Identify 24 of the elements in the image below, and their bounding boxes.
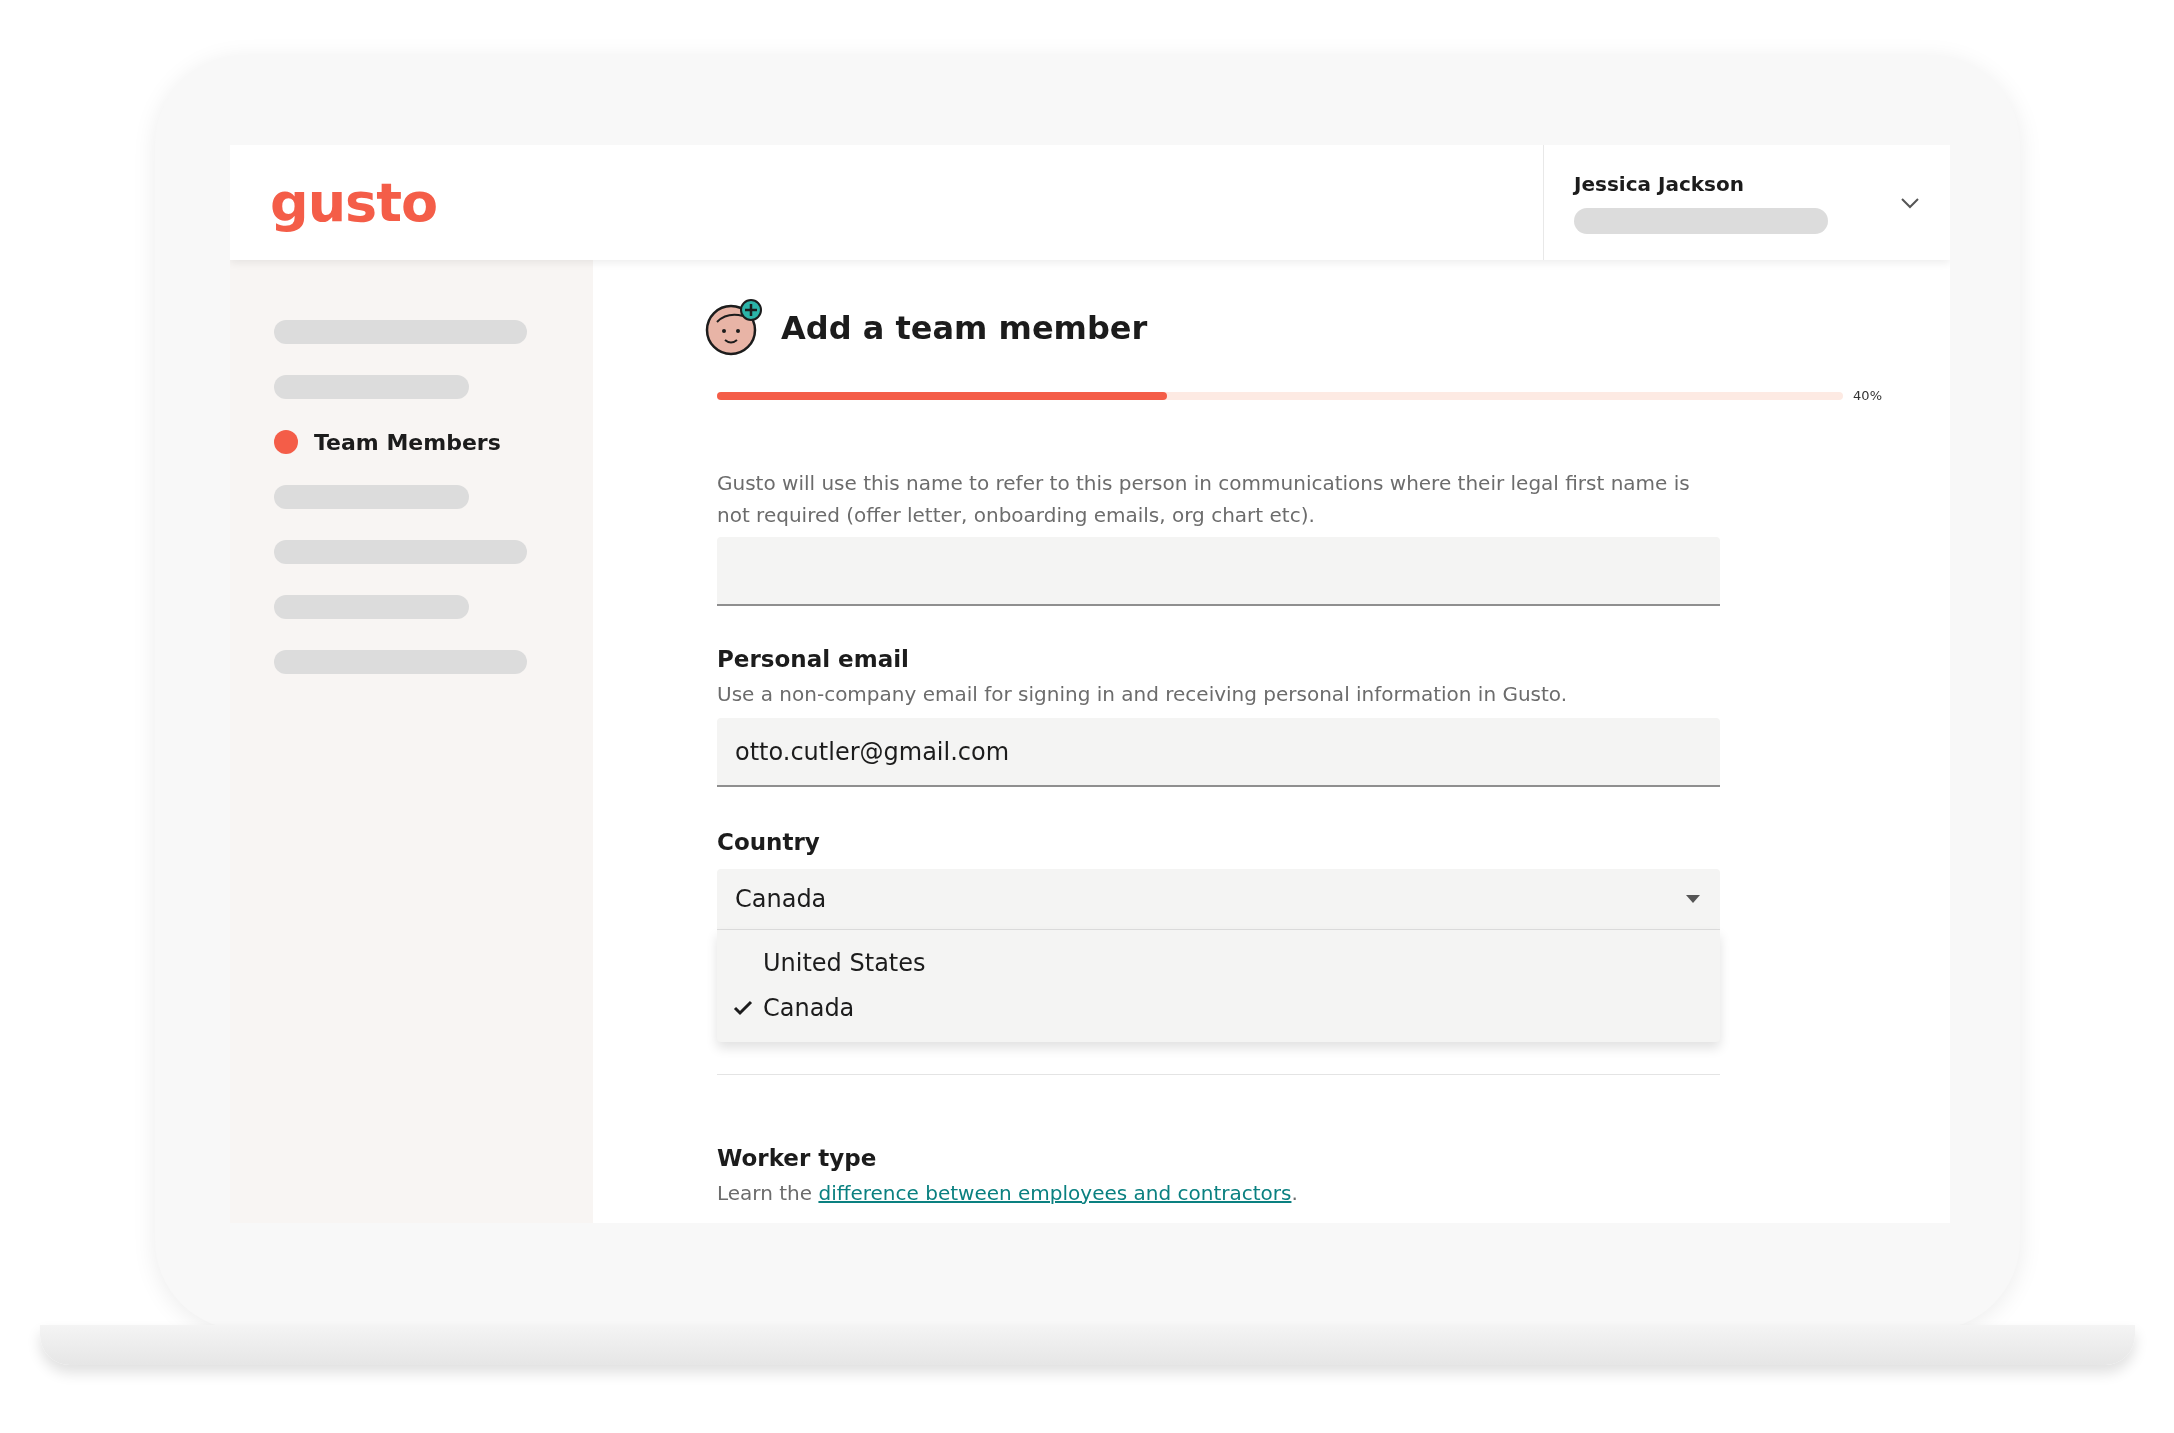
progress-label: 40% (1853, 388, 1882, 403)
dropdown-option[interactable]: United States (717, 940, 1720, 985)
help-link[interactable]: difference between employees and contractors (818, 1181, 1292, 1205)
field-hint: Learn the difference between employees and contractors. (717, 1180, 1299, 1207)
user-add-icon (705, 298, 765, 358)
country-select[interactable]: Canada (717, 869, 1720, 930)
field-hint: Gusto will use this name to refer to this person in communications where their legal first name is not required (offer letter, onboarding emails, org chart etc). (717, 470, 1691, 529)
page-title: Add a team member (781, 309, 1148, 347)
dropdown-caret-icon (1686, 895, 1700, 903)
field-label: Country (717, 829, 820, 855)
option-label: Canada (763, 993, 855, 1022)
field-hint: Use a non-company email for signing in and receiving personal information in Gusto. (717, 681, 1569, 708)
active-dot-icon (274, 430, 298, 454)
sidebar-item[interactable]: Team Members (274, 430, 593, 454)
field-label: Worker type (717, 1145, 877, 1171)
dropdown-option[interactable]: Canada (717, 985, 1720, 1030)
email-input-field[interactable]: otto.cutler@gmail.com (717, 718, 1720, 787)
field-label: Personal email (717, 646, 909, 672)
user-name: Jessica Jackson (1574, 171, 1745, 196)
user-menu[interactable]: Jessica Jackson (1543, 145, 1950, 260)
logo: gusto (269, 170, 439, 236)
option-label: United States (763, 948, 926, 977)
chevron-down-icon[interactable] (1900, 196, 1920, 209)
name-input-field[interactable] (717, 537, 1720, 606)
